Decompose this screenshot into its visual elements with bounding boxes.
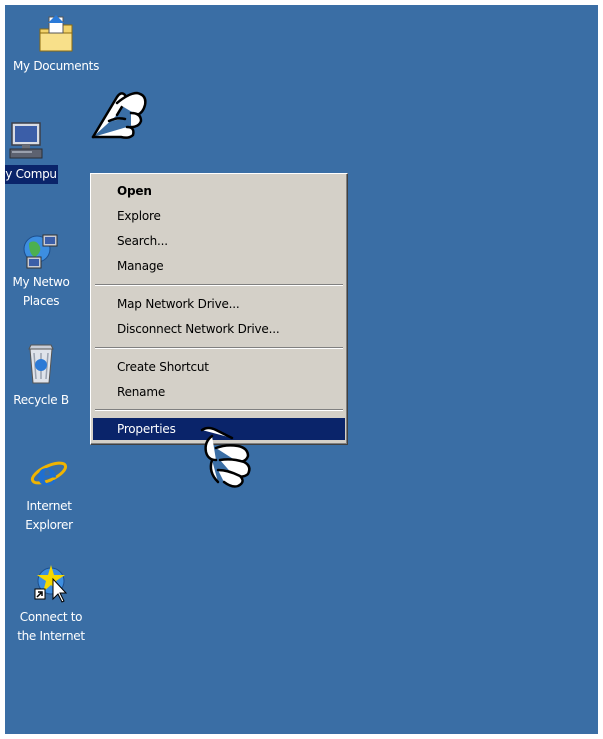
- desktop-icon-my-computer[interactable]: My Compu: [5, 119, 76, 184]
- connect-to-internet-icon: [34, 565, 68, 603]
- icon-label-my-computer: My Compu: [5, 165, 58, 184]
- menu-item-manage[interactable]: Manage: [93, 255, 345, 277]
- my-network-places-icon: [23, 234, 58, 269]
- icon-label-recycle-bin: Recycle B: [13, 393, 69, 407]
- menu-item-open[interactable]: Open: [93, 180, 345, 202]
- pointing-hand-icon: [200, 426, 251, 488]
- menu-separator: [95, 347, 343, 349]
- icon-label-my-network-places-2: Places: [22, 294, 60, 308]
- menu-item-search[interactable]: Search...: [93, 230, 345, 252]
- menu-item-create-shortcut[interactable]: Create Shortcut: [93, 356, 345, 378]
- icon-label-connect-to-internet-1: Connect to: [19, 610, 83, 624]
- icon-label-connect-to-internet-2: the Internet: [17, 629, 85, 643]
- desktop: My Documents My Compu My Netwo Places: [5, 5, 598, 734]
- menu-item-disconnect-network-drive[interactable]: Disconnect Network Drive...: [93, 318, 345, 340]
- internet-explorer-icon: e: [30, 455, 68, 493]
- context-menu: Open Explore Search... Manage Map Networ…: [90, 173, 348, 445]
- desktop-icon-internet-explorer[interactable]: e Internet Explorer: [5, 451, 99, 535]
- my-computer-icon: [9, 122, 43, 159]
- desktop-icon-connect-to-internet[interactable]: Connect to the Internet: [5, 561, 101, 646]
- menu-item-rename[interactable]: Rename: [93, 381, 345, 403]
- icon-label-internet-explorer-1: Internet: [26, 499, 72, 513]
- icon-label-my-documents: My Documents: [12, 59, 100, 73]
- icon-label-my-network-places-1: My Netwo: [12, 275, 70, 289]
- menu-separator: [95, 409, 343, 411]
- icon-label-internet-explorer-2: Explorer: [25, 518, 73, 532]
- pointing-hand-icon: [91, 91, 147, 139]
- desktop-icon-my-network-places[interactable]: My Netwo Places: [5, 229, 91, 310]
- menu-separator: [95, 284, 343, 286]
- menu-item-map-network-drive[interactable]: Map Network Drive...: [93, 293, 345, 315]
- svg-text:e: e: [37, 455, 57, 493]
- menu-item-explore[interactable]: Explore: [93, 205, 345, 227]
- recycle-bin-icon: [28, 344, 54, 384]
- my-documents-icon: [39, 15, 73, 52]
- desktop-icon-my-documents[interactable]: My Documents: [6, 11, 106, 76]
- desktop-icon-recycle-bin[interactable]: Recycle B: [5, 341, 91, 410]
